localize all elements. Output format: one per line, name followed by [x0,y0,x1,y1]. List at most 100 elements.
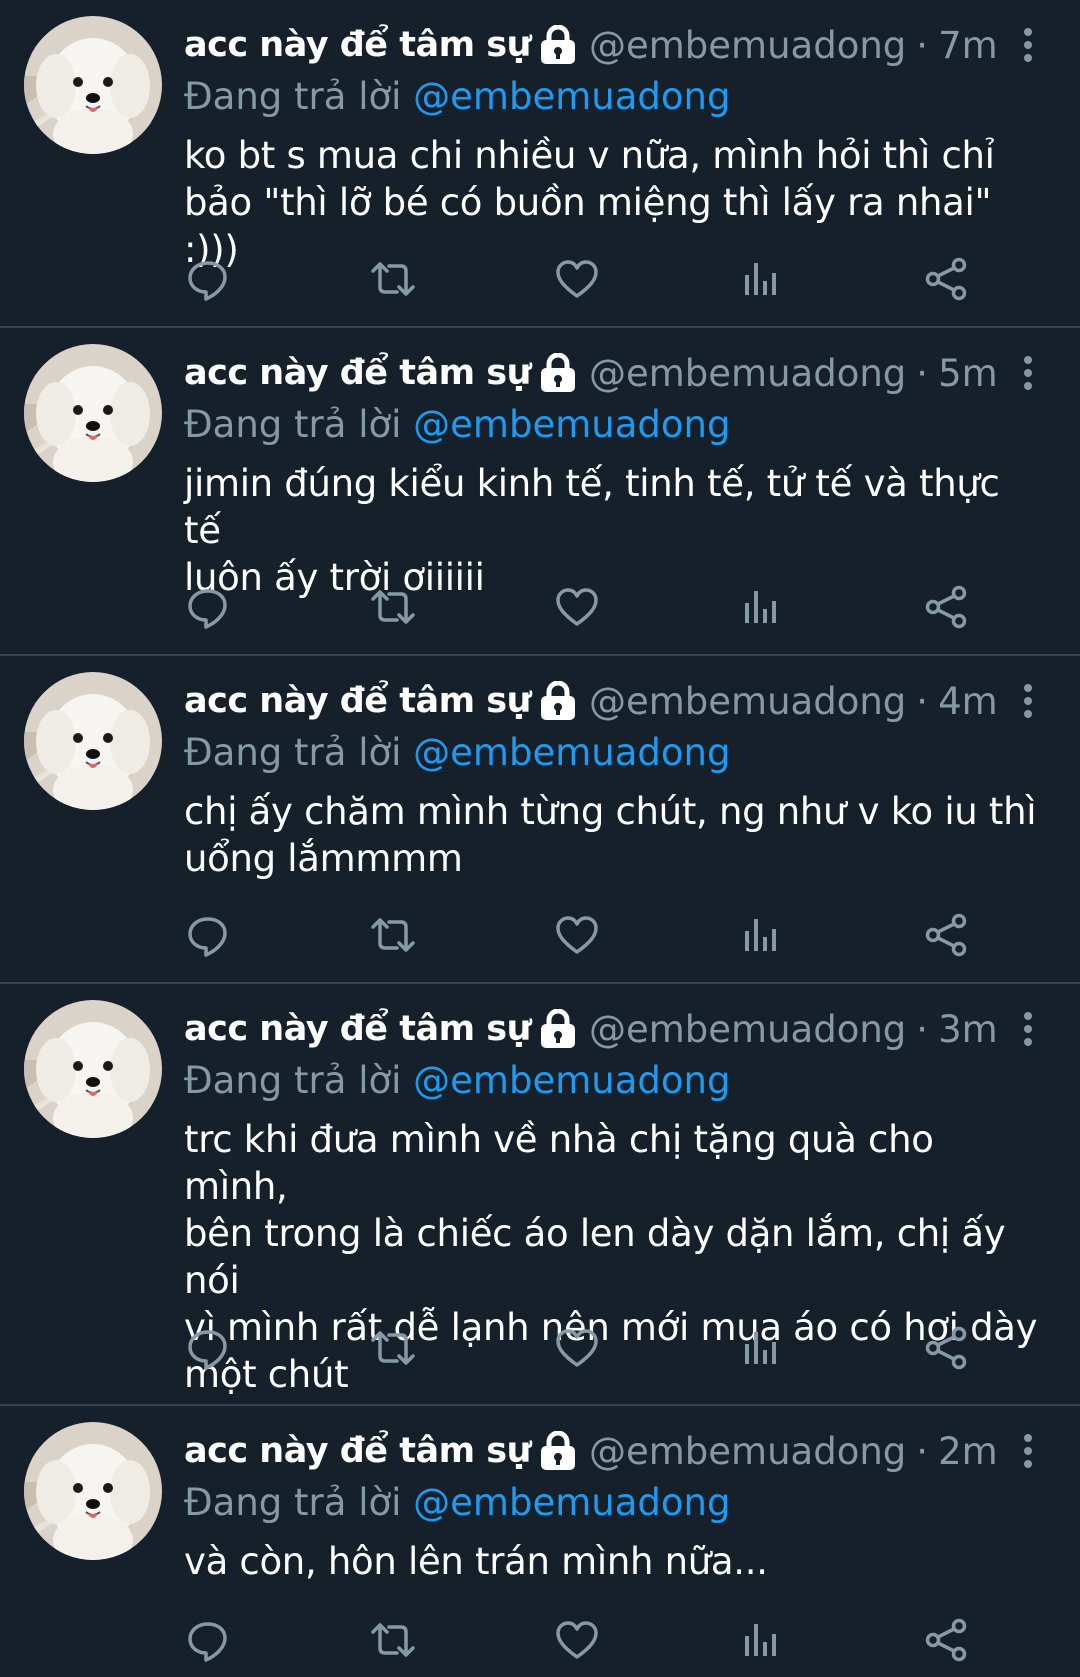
tweet-feed: acc này để tâm sự @embemuadong · 7m Đang… [0,0,1080,1677]
retweet-icon[interactable] [369,1324,417,1372]
display-name[interactable]: acc này để tâm sự [184,681,532,721]
dog-avatar-icon [24,672,162,810]
retweet-icon[interactable] [369,255,417,303]
tweet-text: jimin đúng kiểu kinh tế, tinh tế, tử tế … [184,460,1040,601]
mention-link[interactable]: @embemuadong [413,1481,730,1524]
tweet-text: chị ấy chăm mình từng chút, ng như v ko … [184,788,1040,882]
share-icon[interactable] [922,1324,970,1372]
retweet-icon[interactable] [369,911,417,959]
timestamp[interactable]: 3m [938,1008,998,1051]
replying-prefix: Đang trả lời [184,1481,402,1524]
tweet-text: ko bt s mua chi nhiều v nữa, mình hỏi th… [184,132,1040,273]
tweet-text-line: trc khi đưa mình về nhà chị tặng quà cho… [184,1118,934,1208]
separator-dot: · [916,23,929,67]
lock-icon [539,680,577,721]
more-options-icon[interactable] [1016,1010,1040,1050]
tweet-text-line: và còn, hôn lên trán mình nữa... [184,1540,768,1583]
more-options-icon[interactable] [1016,1432,1040,1472]
avatar[interactable] [24,1422,162,1560]
action-bar [184,1616,1024,1664]
tweet-header: acc này để tâm sự @embemuadong · 5m [184,344,1040,402]
mention-link[interactable]: @embemuadong [413,731,730,774]
analytics-icon[interactable] [738,255,786,303]
display-name[interactable]: acc này để tâm sự [184,353,532,393]
share-icon[interactable] [922,583,970,631]
share-icon[interactable] [922,255,970,303]
share-icon[interactable] [922,911,970,959]
avatar[interactable] [24,672,162,810]
share-icon[interactable] [922,1616,970,1664]
display-name[interactable]: acc này để tâm sự [184,25,532,65]
tweet-text-line: jimin đúng kiểu kinh tế, tinh tế, tử tế … [184,462,1000,552]
tweet-header: acc này để tâm sự @embemuadong · 4m [184,672,1040,730]
avatar[interactable] [24,344,162,482]
separator-dot: · [916,679,929,723]
like-icon[interactable] [553,255,601,303]
more-options-icon[interactable] [1016,26,1040,66]
action-bar [184,255,1024,303]
tweet-text-line: chị ấy chăm mình từng chút, ng như v ko … [184,790,1037,833]
reply-icon[interactable] [184,1616,232,1664]
replying-to: Đang trả lời @embemuadong [184,1480,1040,1526]
timestamp[interactable]: 2m [938,1430,998,1473]
user-handle[interactable]: @embemuadong [589,680,906,723]
more-options-icon[interactable] [1016,682,1040,722]
like-icon[interactable] [553,583,601,631]
reply-icon[interactable] [184,255,232,303]
replying-to: Đang trả lời @embemuadong [184,1058,1040,1104]
mention-link[interactable]: @embemuadong [413,1059,730,1102]
more-options-icon[interactable] [1016,354,1040,394]
lock-icon [539,1008,577,1049]
user-handle[interactable]: @embemuadong [589,352,906,395]
reply-icon[interactable] [184,583,232,631]
analytics-icon[interactable] [738,1616,786,1664]
dog-avatar-icon [24,16,162,154]
tweet-header: acc này để tâm sự @embemuadong · 7m [184,16,1040,74]
analytics-icon[interactable] [738,583,786,631]
tweet-text: và còn, hôn lên trán mình nữa... [184,1538,1040,1585]
tweet-header: acc này để tâm sự @embemuadong · 3m [184,1000,1040,1058]
tweet[interactable]: acc này để tâm sự @embemuadong · 5m Đang… [0,328,1080,656]
tweet[interactable]: acc này để tâm sự @embemuadong · 3m Đang… [0,984,1080,1406]
lock-icon [539,1430,577,1471]
mention-link[interactable]: @embemuadong [413,403,730,446]
avatar[interactable] [24,1000,162,1138]
reply-icon[interactable] [184,1324,232,1372]
display-name[interactable]: acc này để tâm sự [184,1431,532,1471]
display-name[interactable]: acc này để tâm sự [184,1009,532,1049]
user-handle[interactable]: @embemuadong [589,1008,906,1051]
avatar[interactable] [24,16,162,154]
user-handle[interactable]: @embemuadong [589,24,906,67]
like-icon[interactable] [553,1616,601,1664]
dog-avatar-icon [24,1000,162,1138]
replying-to: Đang trả lời @embemuadong [184,730,1040,776]
tweet[interactable]: acc này để tâm sự @embemuadong · 7m Đang… [0,0,1080,328]
analytics-icon[interactable] [738,1324,786,1372]
timestamp[interactable]: 4m [938,680,998,723]
replying-to: Đang trả lời @embemuadong [184,74,1040,120]
timestamp[interactable]: 7m [938,24,998,67]
tweet[interactable]: acc này để tâm sự @embemuadong · 2m Đang… [0,1406,1080,1677]
timestamp[interactable]: 5m [938,352,998,395]
action-bar [184,911,1024,959]
tweet[interactable]: acc này để tâm sự @embemuadong · 4m Đang… [0,656,1080,984]
reply-icon[interactable] [184,911,232,959]
analytics-icon[interactable] [738,911,786,959]
action-bar [184,583,1024,631]
mention-link[interactable]: @embemuadong [413,75,730,118]
lock-icon [539,24,577,65]
action-bar [184,1324,1024,1372]
replying-prefix: Đang trả lời [184,75,402,118]
retweet-icon[interactable] [369,1616,417,1664]
lock-icon [539,352,577,393]
dog-avatar-icon [24,1422,162,1560]
separator-dot: · [916,1429,929,1473]
retweet-icon[interactable] [369,583,417,631]
dog-avatar-icon [24,344,162,482]
tweet-text-line: ko bt s mua chi nhiều v nữa, mình hỏi th… [184,134,995,177]
like-icon[interactable] [553,1324,601,1372]
separator-dot: · [916,1007,929,1051]
tweet-text-line: bên trong là chiếc áo len dày dặn lắm, c… [184,1212,1006,1302]
user-handle[interactable]: @embemuadong [589,1430,906,1473]
like-icon[interactable] [553,911,601,959]
